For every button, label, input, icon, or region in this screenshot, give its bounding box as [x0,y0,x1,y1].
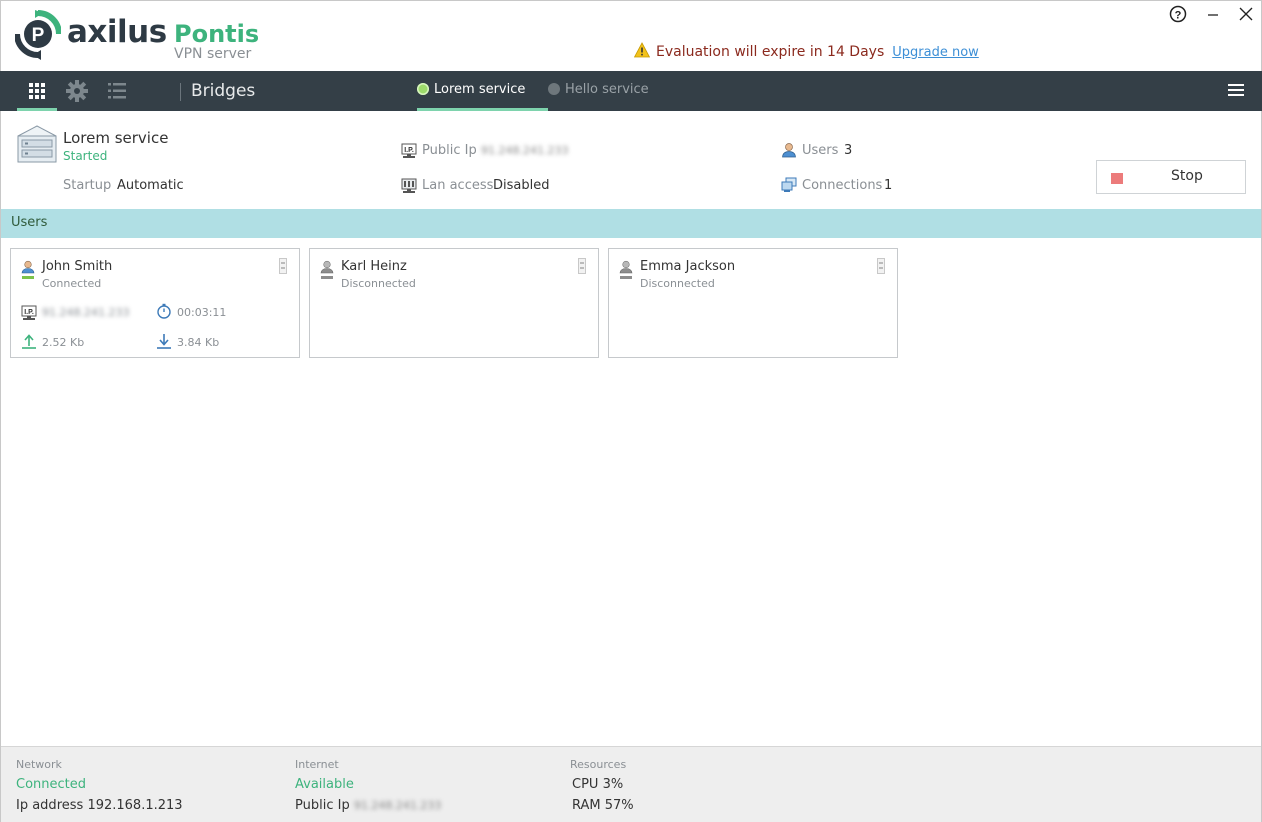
network-status: Connected [16,777,87,792]
ram-usage: RAM 57% [572,798,634,813]
log-list-button[interactable] [97,71,137,111]
card-menu-icon[interactable] [578,258,586,274]
card-menu-icon[interactable] [279,258,287,274]
warning-icon [634,42,650,58]
hamburger-icon[interactable] [1228,84,1244,98]
stop-icon [1111,173,1123,184]
user-state: Connected [42,277,102,290]
user-icon [619,260,633,279]
tab-label: Hello service [565,82,649,97]
upgrade-link[interactable]: Upgrade now [892,45,979,60]
evaluation-notice: Evaluation will expire in 14 Days Upgrade… [634,42,979,60]
network-ip-label: Ip address [16,798,84,813]
stop-button-label: Stop [1171,168,1203,184]
svg-text:?: ? [1175,10,1182,22]
user-download: 3.84 Kb [177,336,220,349]
user-upload: 2.52 Kb [42,336,85,349]
startup-value: Automatic [117,178,184,193]
service-info-panel: Lorem service Started Startup Automatic … [0,111,1262,209]
resources-header: Resources [570,758,627,771]
toolbar: Bridges Lorem service Hello service [0,71,1262,111]
tab-lorem-service[interactable]: Lorem service [417,71,548,111]
internet-ip-value: 91.248.241.233 [353,799,442,812]
minimize-icon [1208,14,1218,16]
product-name: Pontis [174,20,260,48]
brand-name: axilus [67,14,167,50]
lan-access-value: Disabled [493,178,550,193]
users-section-header: Users [1,209,1261,238]
user-duration: 00:03:11 [177,306,227,319]
user-name: Emma Jackson [640,259,736,274]
status-footer: Network Connected Ip address 192.168.1.2… [1,746,1261,822]
stop-button[interactable]: Stop [1096,160,1246,194]
list-icon [108,83,126,99]
service-name: Lorem service [63,129,169,147]
ip-icon: I.P. [21,305,37,320]
public-ip-value: 91.248.241.233 [481,144,569,157]
network-ip: Ip address 192.168.1.213 [16,798,183,813]
internet-status: Available [295,777,354,792]
connections-label: Connections [802,178,883,193]
user-card[interactable]: Karl Heinz Disconnected [309,248,599,358]
user-icon [21,260,35,279]
download-icon [157,334,171,349]
users-section-title: Users [11,215,48,230]
help-button[interactable]: ? [1168,5,1188,25]
grid-icon [29,83,45,99]
internet-ip: Public Ip 91.248.241.233 [295,798,441,813]
user-name: John Smith [42,259,113,274]
card-menu-icon[interactable] [877,258,885,274]
user-card[interactable]: Emma Jackson Disconnected [608,248,898,358]
page-title: Bridges [191,81,256,101]
users-count: 3 [844,143,853,158]
public-ip-label: Public Ip [422,143,477,158]
cpu-usage: CPU 3% [572,777,624,792]
user-icon [782,143,796,158]
close-icon [1239,7,1253,21]
status-dot-icon [417,83,429,95]
timer-icon [157,303,171,319]
user-name: Karl Heinz [341,259,407,274]
user-card[interactable]: John Smith Connected I.P. 91.248.241.233… [10,248,300,358]
internet-ip-label: Public Ip [295,798,350,813]
svg-text:I.P.: I.P. [24,309,34,316]
status-dot-icon [548,83,560,95]
network-header: Network [16,758,62,771]
upload-icon [22,334,36,349]
minimize-button[interactable] [1203,5,1223,25]
network-ip-value: 192.168.1.213 [87,798,183,813]
connections-icon [781,177,797,192]
evaluation-message: Evaluation will expire in 14 Days [656,44,885,60]
svg-text:I.P.: I.P. [404,147,414,154]
user-ip: 91.248.241.233 [42,306,130,319]
product-subtitle: VPN server [174,46,252,62]
tab-label: Lorem service [434,82,526,97]
ip-icon: I.P. [401,143,417,158]
user-icon [320,260,334,279]
user-state: Disconnected [341,277,416,290]
internet-header: Internet [295,758,339,771]
lan-access-label: Lan access [422,178,494,193]
svg-text:P: P [32,25,45,46]
help-icon: ? [1169,5,1187,23]
gear-icon [66,80,88,102]
server-icon [17,125,57,163]
user-state: Disconnected [640,277,715,290]
service-state: Started [63,149,108,163]
lan-icon [401,178,417,193]
connections-count: 1 [884,178,893,193]
settings-button[interactable] [57,71,97,111]
tab-hello-service[interactable]: Hello service [548,71,658,111]
toolbar-divider [180,83,181,101]
startup-label: Startup [63,178,112,193]
title-bar: P axilus Pontis VPN server ? Evaluation … [0,0,1262,71]
users-label: Users [802,143,839,158]
logo-icon: P [15,10,61,60]
dashboard-button[interactable] [17,71,57,111]
close-button[interactable] [1236,5,1256,25]
